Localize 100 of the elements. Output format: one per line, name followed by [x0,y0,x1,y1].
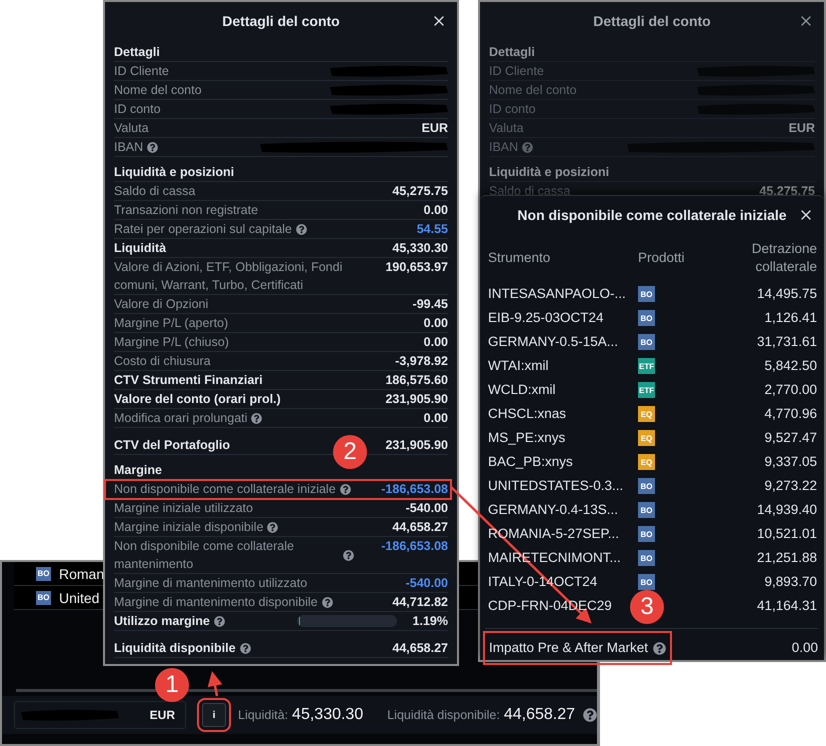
amount-cell-text: 9,893.70 [763,573,817,591]
sheet-title: Non disponibile come collaterale iniziale [517,207,787,223]
instrument-cell-text: WCLD:xmil [488,381,556,399]
row-value: 190,653.97 [385,259,448,276]
product-tag: BO [638,286,655,302]
section-heading: Dettagli [489,44,535,61]
help-icon[interactable] [583,708,598,722]
product-tag: BO [638,310,655,326]
help-icon[interactable] [296,224,307,234]
amount-cell-text: 9,273.22 [763,477,817,495]
row-label: Margine di mantenimento disponibile [114,594,318,611]
row-label: Valuta [114,120,149,137]
help-icon[interactable] [522,142,534,152]
product-tag: BO [36,590,51,604]
row-value: 0.00 [424,334,448,351]
amount-cell-text: 9,337.05 [763,453,817,471]
row-value: 0.00 [424,410,448,427]
row-value: 0.00 [424,315,448,332]
row-label: Margine iniziale utilizzato [114,500,253,517]
instrument-cell-text: EIB-9.25-03OCT24 [488,309,605,327]
row-value: 45,275.75 [759,183,815,200]
row-label: Saldo di cassa [114,183,196,200]
help-icon[interactable] [267,522,278,532]
section-heading: Margine [114,462,162,479]
instrument-cell-text: MS_PE:xnys [488,429,566,447]
row-label: CTV del Portafoglio [114,437,230,454]
amount-cell-text: 14,939.40 [756,501,817,519]
footer-label: Impatto Pre & After Market [489,639,648,657]
row-label: CTV Strumenti Finanziari [114,372,263,389]
row-label: Margine P/L (chiuso) [114,334,229,351]
instrument-cell-text: CHSCL:xnas [488,405,568,423]
row-value: -99.45 [412,296,448,313]
row-label: Ratei per operazioni sul capitale [114,221,292,238]
instrument-cell-text: GERMANY-0.5-15A... [488,333,620,351]
row-value: 186,575.60 [385,372,448,389]
amount-cell-text: 1,126.41 [763,309,817,327]
section-heading: Liquidità e posizioni [114,164,234,181]
product-tag: BO [638,502,655,518]
row-label: Valore del conto (orari prol.) [114,391,281,408]
section-heading: Liquidità e posizioni [489,164,610,181]
help-icon[interactable] [214,616,225,626]
row-value: -186,653.08 [381,538,448,555]
row-value: 54.55 [416,221,448,238]
row-value: -3,978.92 [395,353,448,370]
row-value: -186,653.08 [381,481,448,498]
help-icon[interactable] [653,642,666,654]
available-cash-label: Liquidità disponibile: [387,708,500,722]
instrument-name[interactable]: Roman [59,566,104,582]
instrument-name[interactable]: United [59,590,100,606]
row-value: 1.19% [412,613,448,630]
row-value: -540.00 [406,500,448,517]
row-value: EUR [788,120,815,137]
row-label: Liquidità [114,240,166,257]
product-tag: EQ [638,406,655,422]
account-selector[interactable]: EUR [14,701,186,729]
row-label: Non disponibile come collaterale iniziale [114,481,336,498]
row-value: 44,658.27 [392,519,448,536]
annotation-arrow [208,671,222,696]
panel-title: Dettagli del conto [593,13,711,29]
row-value: -540.00 [406,575,448,592]
help-icon[interactable] [343,550,354,560]
product-tag: ETF [638,382,656,398]
product-tag: BO [36,566,51,580]
row-label: ID Cliente [114,63,169,80]
row-label: ID conto [114,101,161,118]
column-header: Strumento [488,249,552,267]
instrument-cell-text: BAC_PB:xnys [488,453,574,471]
product-tag: BO [638,550,655,566]
amount-cell-text: 21,251.88 [756,549,817,567]
cash-label: Liquidità: [238,708,288,722]
help-icon[interactable] [251,412,262,424]
column-header: Prodotti [638,249,686,267]
row-value: 231,905.90 [385,391,448,408]
product-tag: ETF [638,358,656,374]
row-label: Valore di Azioni, ETF, Obbligazioni, Fondi comuni, Warrant, Turbo, Certificati [114,259,344,294]
row-label: Margine P/L (aperto) [114,315,228,332]
row-value: 45,330.30 [392,240,448,257]
instrument-cell-text: UNITEDSTATES-0.3... [488,477,624,495]
help-icon[interactable] [322,596,333,608]
row-label: Modifica orari prolungati [114,410,248,427]
help-icon[interactable] [147,142,158,152]
amount-cell-text: 10,521.01 [756,525,817,543]
help-icon[interactable] [240,642,251,654]
column-header: Detrazione collaterale [750,240,817,276]
cash-value: 45,330.30 [292,706,364,724]
row-label: Non disponibile come collaterale mantenimento [114,538,295,573]
amount-cell-text: 5,842.50 [763,357,817,375]
instrument-cell-text: WTAI:xmil [488,357,550,375]
row-label: IBAN [114,139,144,156]
product-tag: BO [638,574,655,590]
product-tag: BO [638,526,655,542]
amount-cell-text: 2,770.00 [763,381,817,399]
amount-cell-text: 14,495.75 [756,285,817,303]
row-value: EUR [422,120,448,137]
row-label: Transazioni non registrate [114,202,258,219]
row-label: Nome del conto [489,82,577,99]
amount-cell-text: 41,164.31 [756,597,817,615]
row-label: Liquidità disponibile [114,640,236,657]
help-icon[interactable] [340,484,351,494]
row-label: IBAN [489,139,518,156]
